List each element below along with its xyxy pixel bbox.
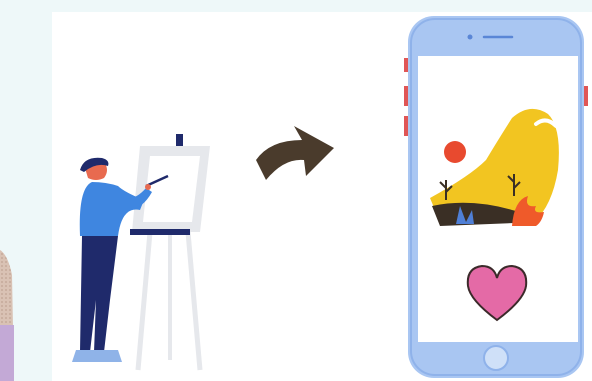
phone-camera xyxy=(467,34,473,40)
smartphone xyxy=(404,16,588,378)
illustration-stage xyxy=(0,0,592,381)
partial-image-left xyxy=(0,250,14,381)
left-background-strip xyxy=(0,0,52,381)
illustration-svg xyxy=(72,16,588,378)
arrow-right-icon xyxy=(256,126,334,180)
easel xyxy=(130,134,210,371)
illustration-card xyxy=(52,12,592,381)
phone-home-button xyxy=(483,345,509,371)
